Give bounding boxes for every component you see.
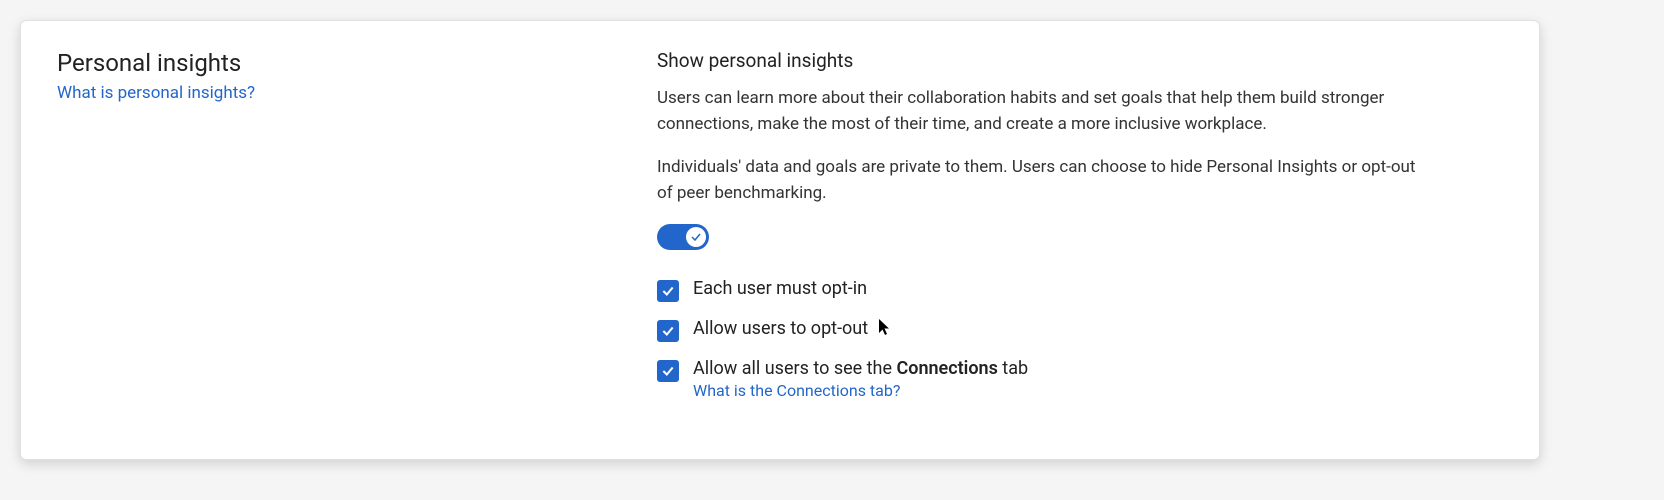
section-header-column: Personal insights What is personal insig… — [57, 49, 617, 431]
section-title: Personal insights — [57, 49, 617, 77]
option-opt-out-label: Allow users to opt-out — [693, 318, 893, 340]
toggle-knob — [686, 227, 706, 247]
checkmark-icon — [661, 324, 675, 338]
option-opt-in-row: Each user must opt-in — [657, 278, 1503, 302]
checkmark-icon — [661, 364, 675, 378]
what-is-personal-insights-link[interactable]: What is personal insights? — [57, 83, 255, 103]
what-is-connections-tab-link[interactable]: What is the Connections tab? — [693, 381, 1028, 400]
settings-column: Show personal insights Users can learn m… — [657, 49, 1503, 431]
settings-description-2: Individuals' data and goals are private … — [657, 155, 1417, 206]
option-connections-checkbox[interactable] — [657, 360, 679, 382]
option-opt-in-label: Each user must opt-in — [693, 278, 867, 299]
option-opt-out-row: Allow users to opt-out — [657, 318, 1503, 342]
checkmark-icon — [661, 284, 675, 298]
show-personal-insights-toggle[interactable] — [657, 224, 709, 250]
checkmark-icon — [690, 231, 702, 243]
settings-description-1: Users can learn more about their collabo… — [657, 86, 1417, 137]
option-opt-in-checkbox[interactable] — [657, 280, 679, 302]
option-connections-row: Allow all users to see the Connections t… — [657, 358, 1503, 400]
toggle-row — [657, 224, 1503, 250]
settings-heading: Show personal insights — [657, 49, 1503, 72]
personal-insights-card: Personal insights What is personal insig… — [20, 20, 1540, 460]
option-connections-label: Allow all users to see the Connections t… — [693, 358, 1028, 400]
option-opt-out-checkbox[interactable] — [657, 320, 679, 342]
cursor-icon — [879, 319, 893, 340]
